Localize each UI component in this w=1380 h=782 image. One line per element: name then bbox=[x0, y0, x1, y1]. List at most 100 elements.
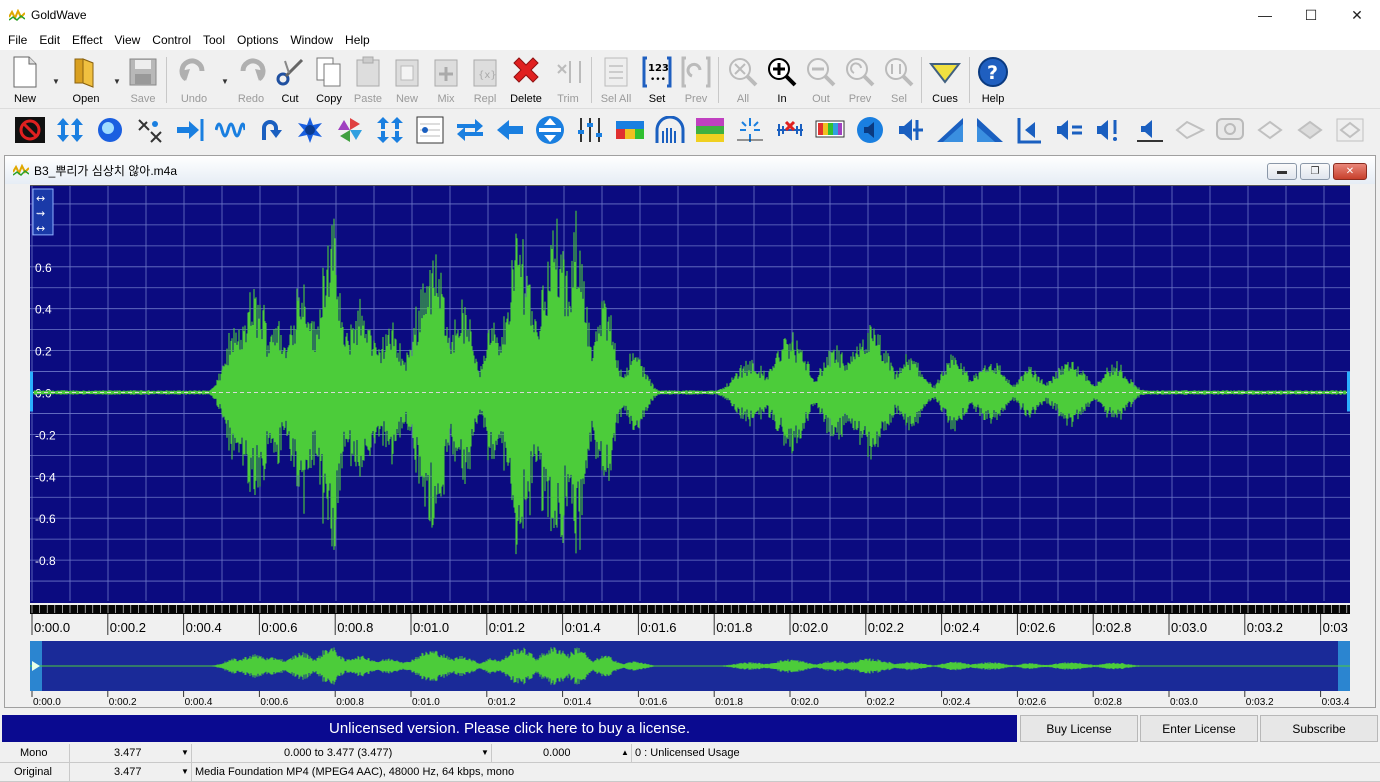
volume-fade-button[interactable] bbox=[854, 115, 886, 145]
reverb-button[interactable] bbox=[654, 115, 686, 145]
flanger-button[interactable] bbox=[334, 115, 366, 145]
trim-button[interactable]: Trim bbox=[546, 55, 590, 107]
goldwave-logo-icon bbox=[9, 9, 25, 21]
time-ruler[interactable]: 0:00.0 0:00.2 0:00.4 0:00.6 0:00.8 0:01.0 0:01… bbox=[30, 605, 1350, 639]
redo-button[interactable]: Redo bbox=[229, 55, 273, 107]
speaker-equal-icon bbox=[1057, 120, 1082, 140]
help-button[interactable]: ? Help bbox=[971, 55, 1015, 107]
position-status[interactable]: 0.000 bbox=[492, 744, 632, 763]
volume-shape-button[interactable] bbox=[1094, 115, 1126, 145]
disabled-effect-button-4[interactable] bbox=[1294, 115, 1326, 145]
menu-help[interactable]: Help bbox=[339, 30, 376, 50]
volume-matcher-button[interactable] bbox=[894, 115, 926, 145]
open-dropdown-icon[interactable]: ▼ bbox=[113, 77, 121, 86]
equal-volume-button[interactable] bbox=[1054, 115, 1086, 145]
fade-in-button[interactable] bbox=[934, 115, 966, 145]
noise-reduction-button[interactable] bbox=[774, 115, 806, 145]
cut-button[interactable]: Cut bbox=[268, 55, 312, 107]
menu-tool[interactable]: Tool bbox=[197, 30, 231, 50]
document-restore-button[interactable]: ❐ bbox=[1300, 163, 1330, 180]
offset-button[interactable] bbox=[454, 115, 486, 145]
replace-button[interactable]: {x} Repl bbox=[463, 55, 507, 107]
selection-start-marker[interactable] bbox=[30, 371, 33, 412]
position-up-icon[interactable]: ▲ bbox=[621, 748, 629, 757]
zoom-prev-button[interactable]: Prev bbox=[838, 55, 882, 107]
save-button[interactable]: Save bbox=[121, 55, 165, 107]
paste-new-button[interactable]: New bbox=[385, 55, 429, 107]
zoom-out-button[interactable]: Out bbox=[799, 55, 843, 107]
silence-reduction-button[interactable] bbox=[734, 115, 766, 145]
undo-button[interactable]: Undo bbox=[172, 55, 216, 107]
pan-button[interactable] bbox=[494, 115, 526, 145]
playback-rate-button[interactable] bbox=[574, 115, 606, 145]
menu-control[interactable]: Control bbox=[146, 30, 197, 50]
document-title-bar[interactable]: B3_뿌리가 심상치 않아.m4a ▬ ❐ ✕ bbox=[5, 156, 1375, 184]
set-button[interactable]: 123 ••• Set bbox=[635, 55, 679, 107]
insert-silence-button[interactable] bbox=[174, 115, 206, 145]
length-status[interactable]: 3.477 bbox=[70, 744, 192, 763]
open-button[interactable]: Open bbox=[64, 55, 108, 107]
equalizer-button[interactable] bbox=[414, 115, 446, 145]
waveform-view[interactable]: 0.80.60.40.20.0-0.2-0.4-0.6-0.8↔⇝↔ bbox=[30, 185, 1350, 603]
zoom-sel-button[interactable]: Sel bbox=[877, 55, 921, 107]
auto-gain-button[interactable] bbox=[1134, 115, 1166, 145]
selection-status[interactable]: 0.000 to 3.477 (3.477) bbox=[192, 744, 492, 763]
stop-effect-button[interactable] bbox=[14, 115, 46, 145]
menu-file[interactable]: File bbox=[2, 30, 33, 50]
enter-license-button[interactable]: Enter License bbox=[1140, 715, 1258, 742]
minimize-button[interactable]: — bbox=[1242, 0, 1288, 30]
subscribe-button[interactable]: Subscribe bbox=[1260, 715, 1378, 742]
new-button[interactable]: New bbox=[3, 55, 47, 107]
document-minimize-button[interactable]: ▬ bbox=[1267, 163, 1297, 180]
overview-waveform[interactable] bbox=[30, 641, 1350, 691]
zoom-in-button[interactable]: In bbox=[760, 55, 804, 107]
reverse-button[interactable] bbox=[254, 115, 286, 145]
paste-button[interactable]: Paste bbox=[346, 55, 390, 107]
length-dropdown-icon[interactable]: ▼ bbox=[181, 748, 189, 757]
fade-out-button[interactable] bbox=[974, 115, 1006, 145]
doppler-button[interactable] bbox=[214, 115, 246, 145]
help-label: Help bbox=[981, 93, 1005, 105]
cues-button[interactable]: Cues bbox=[923, 55, 967, 107]
pitch-button[interactable] bbox=[534, 115, 566, 145]
maximize-volume-button[interactable] bbox=[1014, 115, 1046, 145]
menu-options[interactable]: Options bbox=[231, 30, 284, 50]
maximize-button[interactable]: ☐ bbox=[1288, 0, 1334, 30]
overview-time-label: 0:01.0 bbox=[412, 697, 440, 707]
spectrogram-button[interactable] bbox=[814, 115, 846, 145]
selection-dropdown-icon[interactable]: ▼ bbox=[481, 748, 489, 757]
disabled-effect-button-2[interactable] bbox=[1214, 115, 1246, 145]
filter-button[interactable] bbox=[134, 115, 166, 145]
disabled-effect-button-3[interactable] bbox=[1254, 115, 1286, 145]
zoom-all-button[interactable]: All bbox=[721, 55, 765, 107]
new-dropdown-icon[interactable]: ▼ bbox=[52, 77, 60, 86]
original-length-status[interactable]: 3.477 bbox=[70, 763, 192, 782]
selection-end-marker[interactable] bbox=[1347, 371, 1350, 412]
resample-button[interactable] bbox=[614, 115, 646, 145]
invert-button[interactable] bbox=[374, 115, 406, 145]
select-all-button[interactable]: Sel All bbox=[594, 55, 638, 107]
vertical-zoom-handle-icon[interactable]: ↔ ⇝ ↔ bbox=[32, 188, 54, 236]
buy-license-button[interactable]: Buy License bbox=[1020, 715, 1138, 742]
original-length-dropdown-icon[interactable]: ▼ bbox=[181, 767, 189, 776]
dynamics-button[interactable] bbox=[54, 115, 86, 145]
menu-window[interactable]: Window bbox=[284, 30, 339, 50]
menu-view[interactable]: View bbox=[109, 30, 147, 50]
graph-icon bbox=[416, 116, 444, 144]
menu-effect[interactable]: Effect bbox=[66, 30, 108, 50]
unlicensed-message[interactable]: Unlicensed version. Please click here to… bbox=[2, 715, 1017, 742]
close-button[interactable]: ✕ bbox=[1334, 0, 1380, 30]
time-label: 0:00.8 bbox=[337, 620, 373, 635]
spectrum-filter-button[interactable] bbox=[694, 115, 726, 145]
copy-button[interactable]: Copy bbox=[307, 55, 351, 107]
undo-dropdown-icon[interactable]: ▼ bbox=[221, 77, 229, 86]
delete-button[interactable]: Delete bbox=[504, 55, 548, 107]
disabled-effect-button-1[interactable] bbox=[1174, 115, 1206, 145]
disabled-effect-button-5[interactable] bbox=[1334, 115, 1366, 145]
prev-selection-button[interactable]: Prev bbox=[674, 55, 718, 107]
mix-button[interactable]: Mix bbox=[424, 55, 468, 107]
document-close-button[interactable]: ✕ bbox=[1333, 163, 1367, 180]
distortion-button[interactable] bbox=[294, 115, 326, 145]
menu-edit[interactable]: Edit bbox=[33, 30, 66, 50]
echo-button[interactable] bbox=[94, 115, 126, 145]
